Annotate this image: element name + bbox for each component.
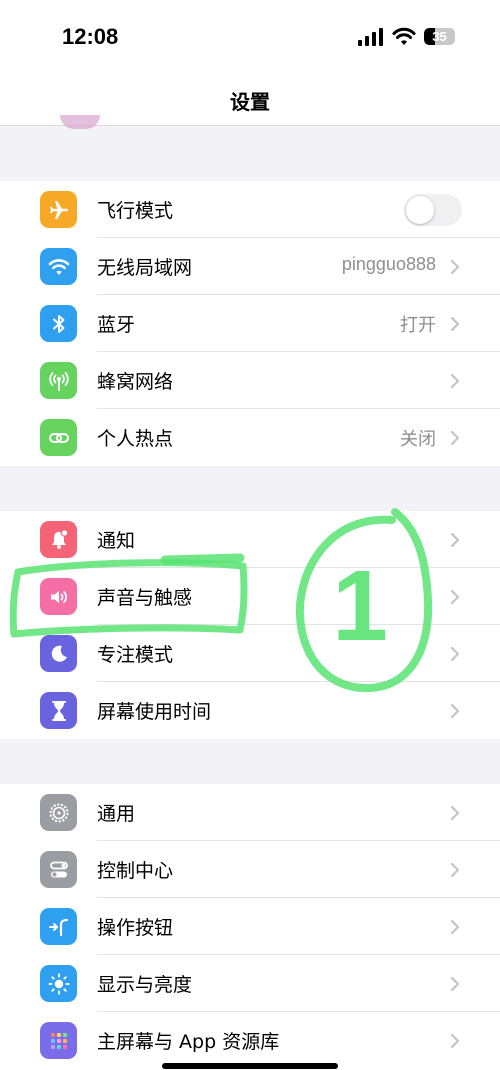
settings-row-label: 操作按钮 — [97, 917, 174, 939]
settings-row-screen-time[interactable]: 屏幕使用时间 — [0, 682, 500, 739]
airplane-icon — [40, 191, 77, 228]
chevron-right-icon — [450, 805, 460, 821]
settings-row-general[interactable]: 通用 — [0, 784, 500, 841]
wifi-icon — [40, 248, 77, 285]
system-group: 通用 控制中心 操作按钮 显示与亮度 主屏幕与 App 资源库 — [0, 784, 500, 1070]
settings-row-sounds-haptics[interactable]: 声音与触感 — [0, 568, 500, 625]
settings-row-airplane-mode: 飞行模式 — [0, 181, 500, 238]
settings-row-value: 关闭 — [400, 429, 436, 449]
action-button-icon — [40, 908, 77, 945]
settings-row-control-center[interactable]: 控制中心 — [0, 841, 500, 898]
connectivity-group: 飞行模式 无线局域网 pingguo888 蓝牙 打开 蜂窝网络 个人热点 关闭 — [0, 181, 500, 466]
chevron-right-icon — [450, 976, 460, 992]
status-bar: 12:08 35 — [0, 0, 500, 68]
settings-row-label: 控制中心 — [97, 860, 174, 882]
chevron-right-icon — [450, 259, 460, 275]
sun-icon — [40, 965, 77, 1002]
avatar[interactable] — [60, 115, 100, 129]
settings-row-display-brightness[interactable]: 显示与亮度 — [0, 955, 500, 1012]
settings-row-label: 飞行模式 — [97, 200, 174, 222]
page-title: 设置 — [230, 90, 270, 114]
settings-row-wifi[interactable]: 无线局域网 pingguo888 — [0, 238, 500, 295]
speaker-icon — [40, 578, 77, 615]
settings-row-value: pingguo888 — [341, 254, 436, 274]
antenna-icon — [40, 362, 77, 399]
chevron-right-icon — [450, 373, 460, 389]
settings-row-label: 通知 — [97, 530, 136, 552]
bell-icon — [40, 521, 77, 558]
link-icon — [40, 419, 77, 456]
settings-row-label: 无线局域网 — [97, 257, 193, 279]
home-indicator[interactable] — [162, 1063, 338, 1069]
settings-row-label: 蓝牙 — [97, 314, 136, 336]
airplane-mode-toggle[interactable] — [404, 194, 462, 226]
settings-row-home-screen[interactable]: 主屏幕与 App 资源库 — [0, 1012, 500, 1069]
gear-icon — [40, 794, 77, 831]
cellular-signal-icon — [358, 28, 384, 46]
settings-row-label: 显示与亮度 — [97, 974, 193, 996]
settings-row-value: 打开 — [400, 315, 436, 335]
chevron-right-icon — [450, 646, 460, 662]
settings-row-label: 蜂窝网络 — [97, 371, 174, 393]
chevron-right-icon — [450, 430, 460, 446]
alerts-group: 通知 声音与触感 专注模式 屏幕使用时间 — [0, 511, 500, 739]
settings-row-label: 主屏幕与 App 资源库 — [97, 1031, 280, 1053]
bluetooth-icon — [40, 305, 77, 342]
settings-row-label: 声音与触感 — [97, 587, 193, 609]
status-time: 12:08 — [62, 24, 119, 49]
settings-row-cellular[interactable]: 蜂窝网络 — [0, 352, 500, 409]
chevron-right-icon — [450, 1033, 460, 1049]
settings-row-label: 通用 — [97, 803, 136, 825]
settings-row-bluetooth[interactable]: 蓝牙 打开 — [0, 295, 500, 352]
switches-icon — [40, 851, 77, 888]
app-grid-icon — [40, 1022, 77, 1059]
settings-row-focus[interactable]: 专注模式 — [0, 625, 500, 682]
hourglass-icon — [40, 692, 77, 729]
settings-row-action-button[interactable]: 操作按钮 — [0, 898, 500, 955]
chevron-right-icon — [450, 532, 460, 548]
settings-row-label: 专注模式 — [97, 644, 174, 666]
settings-row-notifications[interactable]: 通知 — [0, 511, 500, 568]
chevron-right-icon — [450, 589, 460, 605]
settings-row-hotspot[interactable]: 个人热点 关闭 — [0, 409, 500, 466]
battery-icon: 35 — [424, 28, 455, 45]
moon-icon — [40, 635, 77, 672]
settings-row-label: 个人热点 — [97, 428, 174, 450]
chevron-right-icon — [450, 862, 460, 878]
chevron-right-icon — [450, 316, 460, 332]
chevron-right-icon — [450, 703, 460, 719]
chevron-right-icon — [450, 919, 460, 935]
battery-percent: 35 — [432, 29, 447, 44]
settings-row-label: 屏幕使用时间 — [97, 701, 212, 723]
wifi-status-icon — [392, 27, 416, 45]
